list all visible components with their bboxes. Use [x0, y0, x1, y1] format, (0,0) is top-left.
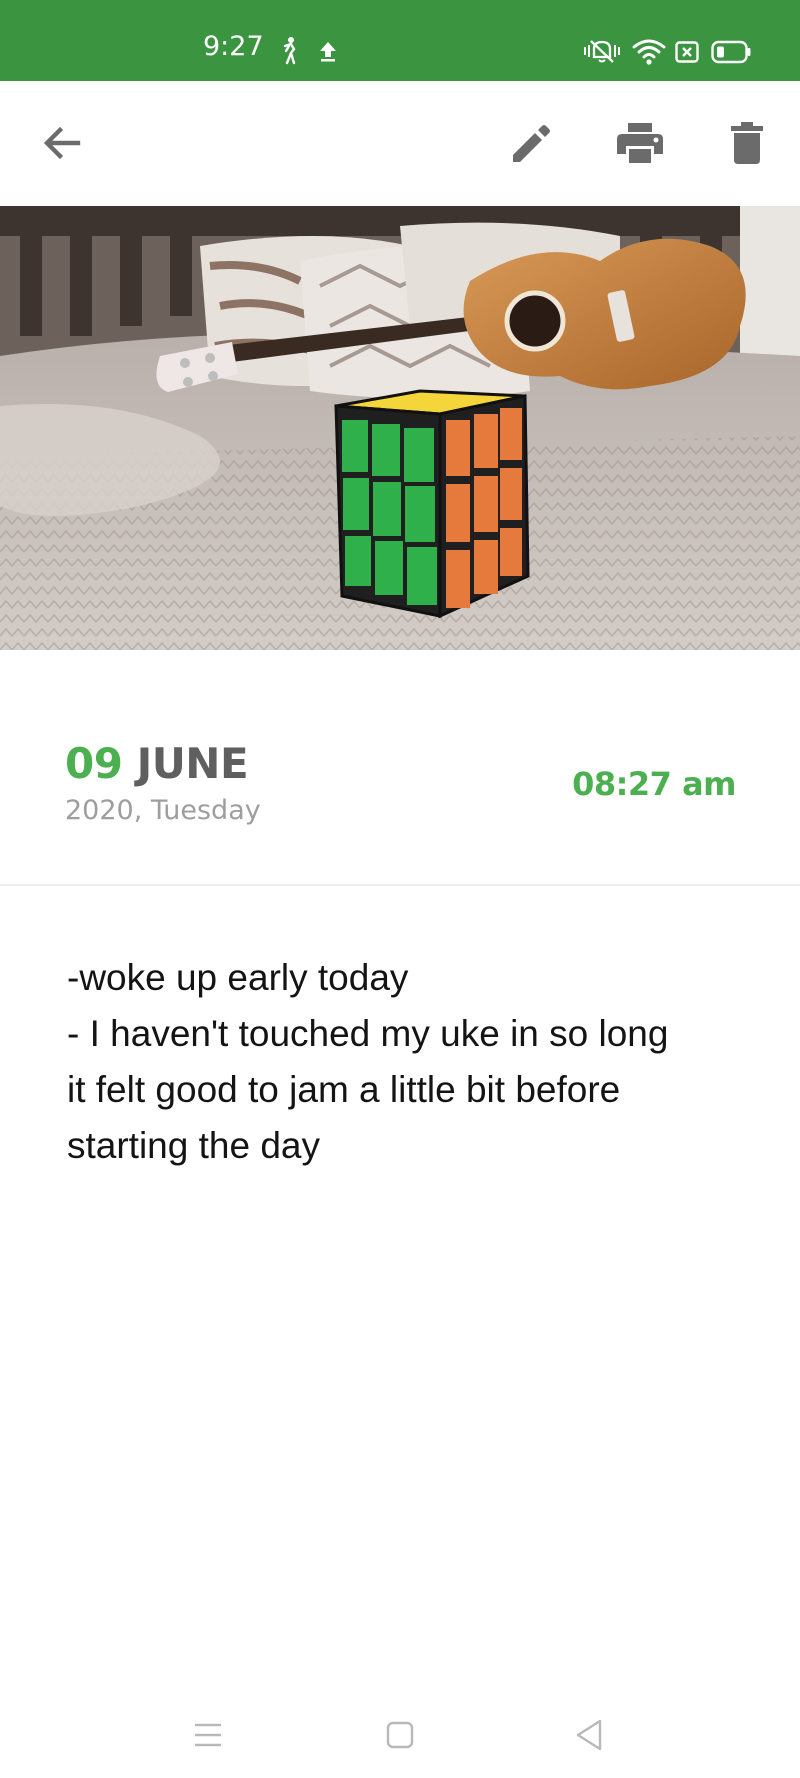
entry-photo	[0, 206, 800, 650]
menu-lines-icon	[195, 1723, 221, 1747]
upload-arrow-icon	[320, 42, 336, 62]
entry-date-block: 09 JUNE 2020, Tuesday 08:27 am	[0, 650, 800, 885]
status-time: 9:27	[203, 31, 264, 62]
battery-icon	[711, 40, 751, 64]
entry-month: JUNE	[136, 739, 249, 788]
home-button[interactable]	[375, 1710, 425, 1760]
pencil-edit-icon	[513, 125, 550, 162]
wifi-icon	[632, 39, 666, 65]
printer-icon	[617, 123, 663, 163]
back-triangle-icon	[576, 1719, 602, 1751]
back-button[interactable]	[34, 115, 90, 171]
entry-line: starting the day	[67, 1125, 320, 1166]
screen-cast-icon	[675, 41, 699, 63]
entry-body: -woke up early today - I haven't touched…	[67, 950, 747, 1174]
activity-person-icon	[283, 37, 296, 65]
arrow-left-icon	[43, 126, 81, 160]
edit-button[interactable]	[504, 115, 560, 171]
toolbar	[0, 81, 800, 206]
recents-button[interactable]	[183, 1710, 233, 1760]
entry-time: 08:27 am	[572, 765, 736, 803]
entry-line: -woke up early today	[67, 957, 409, 998]
system-nav-bar	[0, 1690, 800, 1778]
entry-line: - I haven't touched my uke in so long	[67, 1013, 669, 1054]
entry-line: it felt good to jam a little bit before	[67, 1069, 621, 1110]
delete-button[interactable]	[719, 115, 775, 171]
entry-year-weekday: 2020, Tuesday	[65, 795, 261, 826]
print-button[interactable]	[612, 115, 668, 171]
trash-icon	[731, 122, 763, 164]
vibrate-silent-icon	[584, 40, 620, 63]
entry-date: 09 JUNE	[65, 743, 249, 785]
divider	[0, 884, 800, 886]
back-nav-button[interactable]	[564, 1710, 614, 1760]
status-bar: 9:27	[0, 0, 800, 81]
entry-day: 09	[65, 739, 123, 788]
home-square-icon	[386, 1721, 414, 1749]
